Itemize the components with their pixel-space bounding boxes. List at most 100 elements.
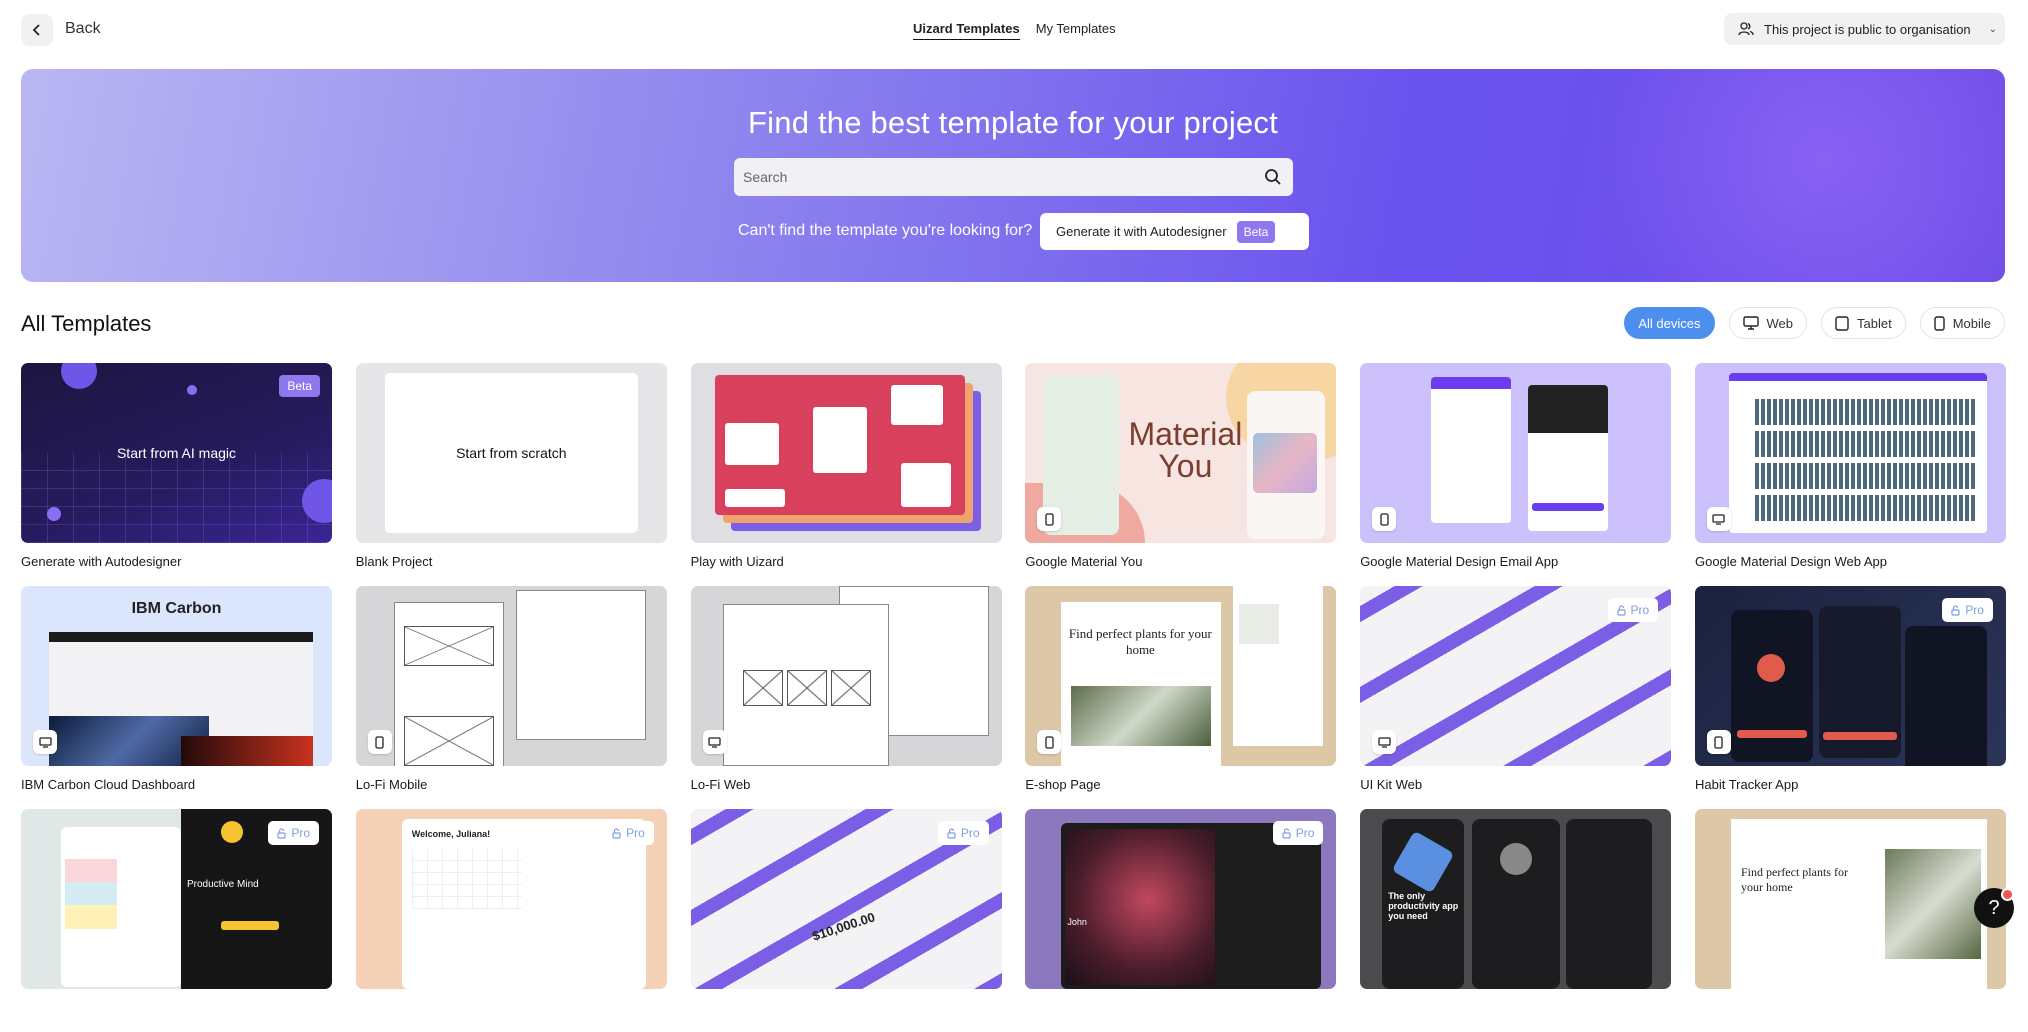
template-thumbnail: IBM Carbon [21,586,332,766]
template-thumbnail [1694,363,2006,543]
template-card-productivity-app[interactable]: The only productivity app you need [1360,809,1672,1032]
template-label: Habit Tracker App [1694,777,1799,792]
template-thumbnail: Pro [1694,586,2006,766]
back-button[interactable] [21,14,53,46]
filter-label: Mobile [1952,315,1991,331]
filter-label: All devices [1638,315,1701,331]
lock-icon [1616,604,1626,616]
template-card-eshop[interactable]: Find perfect plants for your home E-shop… [1025,586,1337,809]
template-card-play-uizard[interactable]: Play with Uizard [690,363,1002,586]
monitor-icon [1742,316,1759,330]
thumb-text: Find perfect plants for your home [1740,865,1848,894]
template-card-autodesigner[interactable]: Start from AI magic Beta Generate with A… [21,363,332,586]
template-card-material-email[interactable]: Google Material Design Email App [1360,363,1672,586]
pro-badge: Pro [1272,821,1324,845]
template-card-finance-ui[interactable]: $10,000.00 Pro [690,809,1002,1032]
template-card-dashboard[interactable]: Welcome, Juliana! Pro [355,809,667,1032]
search-bar [734,158,1293,196]
template-thumbnail: Pro [1360,586,1672,766]
template-card-video-call[interactable]: John Pro [1025,809,1337,1032]
template-thumbnail: Find perfect plants for your home [1694,809,2006,989]
thumb-text: Material You [1128,416,1243,484]
visibility-label: This project is public to organisation [1764,21,1971,37]
template-card-plants[interactable]: Find perfect plants for your home [1694,809,2006,1032]
template-label: Blank Project [355,554,433,569]
back-label[interactable]: Back [65,20,101,38]
template-thumbnail: Find perfect plants for your home [1025,586,1337,766]
template-thumbnail: John Pro [1025,809,1337,989]
thumb-text: Productive Mind [187,879,259,890]
template-card-ui-kit-web[interactable]: Pro UI Kit Web [1360,586,1672,809]
template-label: Google Material You [1025,554,1143,569]
monitor-icon [702,730,727,754]
tablet-icon [1835,315,1849,331]
mobile-icon [367,730,392,754]
template-grid: Start from AI magic Beta Generate with A… [21,363,2006,1032]
notification-dot [2001,888,2014,901]
monitor-icon [1372,730,1397,754]
lock-icon [947,827,956,839]
cant-find-text: Can't find the template you're looking f… [738,222,1033,239]
search-input[interactable] [743,169,1253,185]
thumb-text: $10,000.00 [809,909,877,944]
monitor-icon [33,730,57,754]
template-tabs: Uizard Templates My Templates [913,21,1116,40]
generate-label: Generate it with Autodesigner [1056,224,1227,239]
mobile-icon [1037,730,1062,754]
thumb-text: Welcome, Juliana! [411,829,491,839]
thumb-text: Find perfect plants for your home [1068,626,1212,657]
template-card-blank[interactable]: Start from scratch Blank Project [355,363,667,586]
lock-icon [1951,604,1960,616]
tab-my-templates[interactable]: My Templates [1036,21,1116,40]
hero-title: Find the best template for your project [748,105,1278,140]
filter-all-devices[interactable]: All devices [1624,307,1715,339]
template-label: IBM Carbon Cloud Dashboard [21,777,196,792]
template-thumbnail: $10,000.00 Pro [690,809,1002,989]
template-thumbnail [1360,363,1672,543]
lock-icon [1282,827,1291,839]
filter-mobile[interactable]: Mobile [1919,307,2005,339]
template-thumbnail: The only productivity app you need [1360,809,1672,989]
template-card-ibm-carbon[interactable]: IBM Carbon IBM Carbon Cloud Dashboard [21,586,332,809]
hero-banner: Find the best template for your project … [21,69,2005,282]
template-card-material-web[interactable]: Google Material Design Web App [1694,363,2006,586]
filter-web[interactable]: Web [1728,307,1807,339]
template-card-lofi-web[interactable]: Lo-Fi Web [690,586,1002,809]
template-card-lofi-mobile[interactable]: Lo-Fi Mobile [355,586,667,809]
thumb-text: The only productivity app you need [1388,891,1459,921]
pro-badge: Pro [1942,598,1993,622]
template-thumbnail: Productive Mind Pro [21,809,332,989]
mobile-icon [1372,507,1397,531]
template-thumbnail [690,586,1002,766]
template-card-productive-mind[interactable]: Productive Mind Pro [21,809,332,1032]
generate-autodesigner-button[interactable]: Generate it with Autodesigner Beta [1040,213,1309,250]
section-title: All Templates [21,311,152,336]
device-filters: All devices Web Tablet Mobile [1624,307,2005,339]
lock-icon [277,827,286,839]
filter-tablet[interactable]: Tablet [1821,307,1906,339]
template-label: Google Material Design Email App [1360,554,1559,569]
mobile-icon [1037,507,1062,531]
tab-uizard-templates[interactable]: Uizard Templates [913,21,1020,40]
pro-badge: Pro [1607,598,1659,622]
template-thumbnail [355,586,667,766]
mobile-icon [1934,315,1945,331]
template-thumbnail: Start from AI magic Beta [21,363,332,543]
chevron-down-icon: ⌄ [1988,23,1998,35]
beta-badge: Beta [279,375,320,397]
pro-badge: Pro [268,821,319,845]
help-button[interactable]: ? [1974,888,2014,928]
thumb-text: IBM Carbon [131,600,222,617]
template-card-material-you[interactable]: Material You Google Material You [1025,363,1337,586]
template-card-habit-tracker[interactable]: Pro Habit Tracker App [1694,586,2006,809]
mobile-icon [1706,730,1731,754]
filter-label: Tablet [1857,315,1892,331]
template-thumbnail: Welcome, Juliana! Pro [355,809,667,989]
thumb-text: Start from scratch [456,445,567,461]
template-thumbnail: Material You [1025,363,1337,543]
visibility-dropdown[interactable]: This project is public to organisation ⌄ [1724,13,2005,45]
search-icon[interactable] [1253,158,1293,196]
template-label: Play with Uizard [690,554,784,569]
monitor-icon [1706,507,1731,531]
chevron-left-icon [32,24,40,36]
